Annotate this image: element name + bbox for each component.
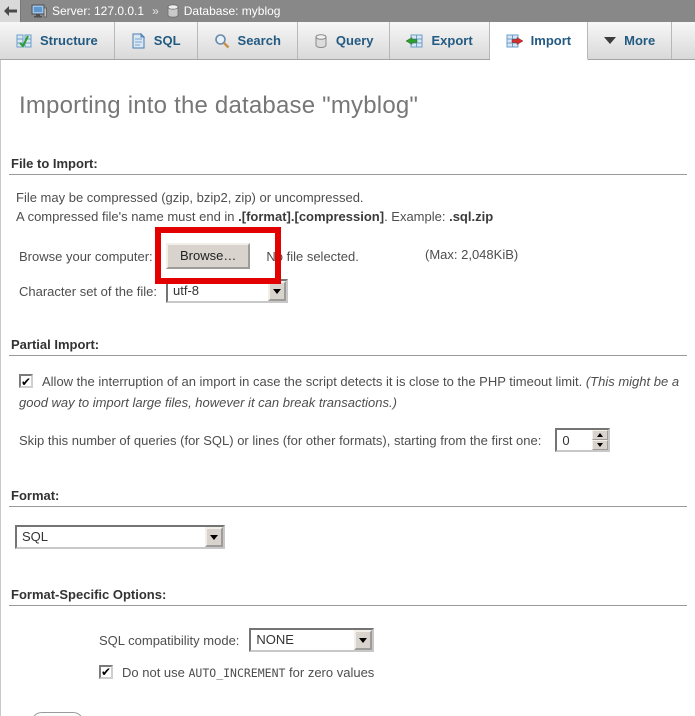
breadcrumb-server-link[interactable]: Server: 127.0.0.1 [52,4,144,18]
file-hint-line1: File may be compressed (gzip, bzip2, zip… [16,190,364,205]
query-icon [314,33,328,49]
file-hint-text: File may be compressed (gzip, bzip2, zip… [16,188,687,226]
allow-interruption-row: Allow the interruption of an import in c… [11,371,687,413]
go-button[interactable]: Go [31,712,84,716]
file-hint-line2-prefix: A compressed file's name must end in [16,209,238,224]
breadcrumb: Server: 127.0.0.1 » Database: myblog [31,4,280,18]
section-file-to-import: File to Import: File may be compressed (… [9,156,687,303]
skip-queries-stepper[interactable]: 0 [555,428,610,452]
tab-label: SQL [154,33,181,48]
max-size-note: (Max: 2,048KiB) [425,247,518,262]
browse-button[interactable]: Browse… [166,243,250,269]
sql-compatibility-value: NONE [251,630,354,650]
file-hint-example: .sql.zip [449,209,493,224]
format-select[interactable]: SQL [15,525,225,549]
section-format: Format: SQL [9,488,687,549]
allow-interruption-checkbox[interactable] [19,374,33,388]
skip-queries-label: Skip this number of queries (for SQL) or… [19,433,541,448]
server-icon [31,4,47,18]
section-title-file: File to Import: [9,156,687,175]
back-arrow-icon [4,6,17,16]
chevron-down-icon [604,37,616,44]
browse-row: Browse your computer: Browse… No file se… [19,242,687,270]
tab-export[interactable]: Export [390,22,489,59]
auto-increment-checkbox[interactable] [99,665,113,679]
breadcrumb-separator: » [152,4,159,18]
tab-label: Structure [40,33,98,48]
file-hint-format-pattern: .[format].[compression] [238,209,384,224]
back-button[interactable] [0,0,21,22]
section-title-format: Format: [9,488,687,507]
tab-sql[interactable]: SQL [115,22,198,59]
tab-bar: Structure SQL Search Query [0,22,695,60]
structure-icon [16,33,32,49]
allow-interruption-label: Allow the interruption of an import in c… [42,374,586,389]
auto-increment-label-prefix: Do not use [122,665,189,680]
tab-structure[interactable]: Structure [0,22,115,59]
tab-query[interactable]: Query [298,22,391,59]
section-title-partial: Partial Import: [9,337,687,356]
sql-compatibility-row: SQL compatibility mode: NONE [99,628,687,652]
stepper-down-icon[interactable] [592,440,608,450]
no-file-selected-text: No file selected. [266,249,359,264]
breadcrumb-database-link[interactable]: Database: myblog [184,4,281,18]
auto-increment-code: AUTO_INCREMENT [189,666,286,680]
tab-label: More [624,33,655,48]
sql-icon [131,33,146,49]
charset-label: Character set of the file: [19,284,166,299]
sql-compatibility-label: SQL compatibility mode: [99,633,239,648]
section-format-options: Format-Specific Options: SQL compatibili… [9,587,687,682]
format-selected-value: SQL [17,527,205,547]
database-icon [167,4,179,18]
page-title: Importing into the database "myblog" [9,60,687,120]
file-hint-line2-mid: . Example: [384,209,449,224]
sql-compatibility-select[interactable]: NONE [249,628,374,652]
main-content: Importing into the database "myblog" Fil… [0,60,695,716]
tab-label: Import [531,33,571,48]
skip-queries-value: 0 [557,430,592,450]
charset-select[interactable]: utf-8 [166,279,288,303]
auto-increment-label-suffix: for zero values [285,665,374,680]
tab-label: Export [431,33,472,48]
skip-queries-row: Skip this number of queries (for SQL) or… [19,428,687,452]
format-select-arrow-icon[interactable] [205,527,223,547]
charset-row: Character set of the file: utf-8 [19,279,687,303]
breadcrumb-bar: Server: 127.0.0.1 » Database: myblog [0,0,695,22]
charset-selected-value: utf-8 [168,281,268,301]
tab-label: Query [336,33,374,48]
tab-more[interactable]: More [588,22,672,59]
search-icon [214,33,230,49]
browse-label: Browse your computer: [19,249,166,264]
section-title-options: Format-Specific Options: [9,587,687,606]
stepper-up-icon[interactable] [592,430,608,440]
tab-search[interactable]: Search [198,22,298,59]
charset-select-arrow-icon[interactable] [268,281,286,301]
compat-select-arrow-icon[interactable] [354,630,372,650]
import-icon [506,33,523,49]
auto-increment-row: Do not use AUTO_INCREMENT for zero value… [99,664,687,682]
tab-label: Search [238,33,281,48]
tab-import[interactable]: Import [490,22,588,60]
section-partial-import: Partial Import: Allow the interruption o… [9,337,687,452]
export-icon [406,33,423,49]
